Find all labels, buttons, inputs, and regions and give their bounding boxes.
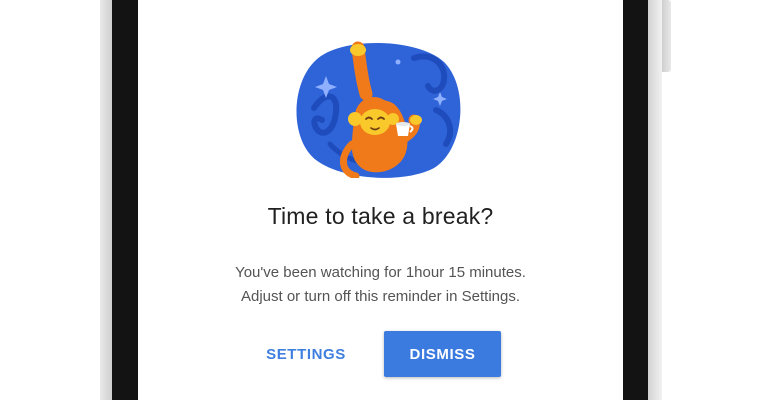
phone-right-bezel <box>623 0 648 400</box>
dialog-title: Time to take a break? <box>267 203 494 229</box>
dialog-message-line-2: Adjust or turn off this reminder in Sett… <box>240 288 521 305</box>
dialog-message-line-1: You've been watching for 1hour 15 minute… <box>235 264 526 281</box>
phone-side-button <box>662 0 671 72</box>
monkey-illustration-icon <box>296 41 461 178</box>
phone-left-frame <box>100 0 112 400</box>
phone-mockup: Time to take a break? You've been watchi… <box>0 0 760 400</box>
dialog-message: You've been watching for 1hour 15 minute… <box>138 261 623 309</box>
dismiss-button[interactable]: DISMISS <box>384 331 501 377</box>
settings-button[interactable]: SETTINGS <box>250 332 362 376</box>
phone-right-frame <box>648 0 662 400</box>
break-reminder-dialog: Time to take a break? You've been watchi… <box>138 0 623 400</box>
phone-left-bezel <box>112 0 138 400</box>
